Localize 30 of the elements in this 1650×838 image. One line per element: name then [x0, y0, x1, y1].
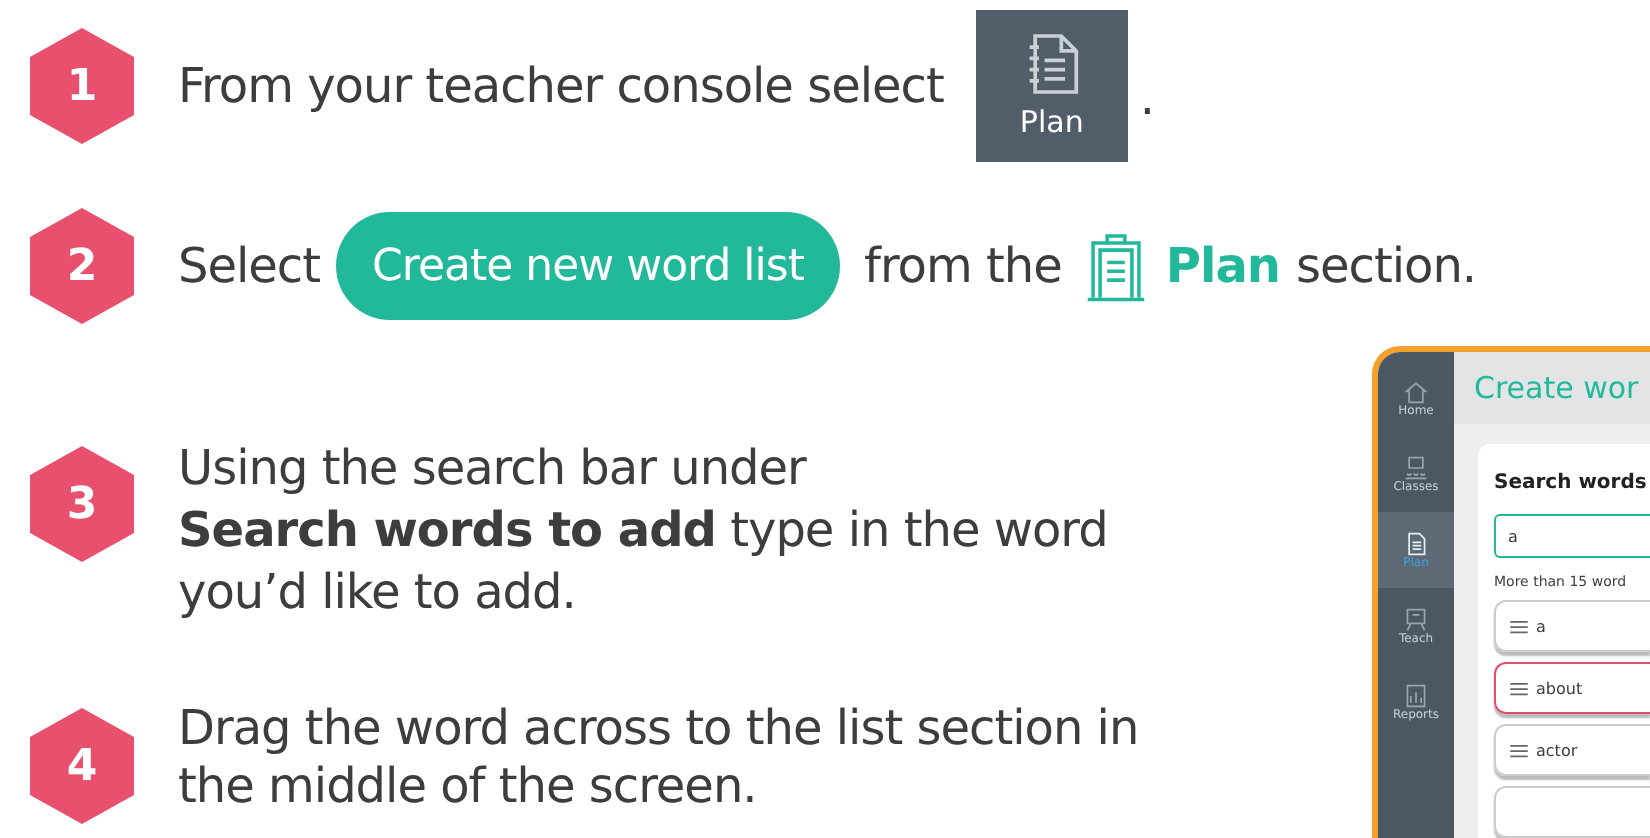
- word-card[interactable]: a: [1494, 600, 1650, 652]
- classroom-icon: [1404, 455, 1428, 479]
- step-number-badge: 2: [30, 208, 134, 324]
- clipboard-icon: [1085, 230, 1146, 302]
- plan-button[interactable]: Plan: [975, 10, 1128, 162]
- document-icon: [1404, 531, 1428, 555]
- drag-handle-icon: [1510, 743, 1528, 757]
- step-text: Using the search bar under Search words to add type in the word you’d like to add.: [178, 438, 1110, 624]
- word-card[interactable]: actor: [1494, 724, 1650, 776]
- step-number-badge: 3: [30, 446, 134, 562]
- page-title: Create wor: [1474, 370, 1639, 406]
- step-text: Drag the word across to the list section in the middle of the screen.: [178, 700, 1141, 816]
- search-field[interactable]: a: [1494, 514, 1650, 558]
- home-icon: [1404, 379, 1428, 403]
- word-card[interactable]: about: [1494, 662, 1650, 714]
- step-number-badge: 4: [30, 708, 134, 824]
- plan-section-label: Plan: [1165, 238, 1280, 294]
- step-text: From your teacher console select: [178, 58, 944, 114]
- step-text: section.: [1295, 238, 1477, 294]
- drag-handle-icon: [1510, 619, 1528, 633]
- step-text: from the: [864, 238, 1062, 294]
- chart-icon: [1404, 683, 1428, 707]
- word-card[interactable]: [1494, 786, 1650, 838]
- panel-heading: Search words: [1494, 472, 1649, 494]
- step-text: Select: [178, 238, 321, 294]
- create-word-list-button[interactable]: Create new word list: [336, 212, 840, 320]
- board-icon: [1404, 607, 1428, 631]
- period-text: .: [1139, 70, 1155, 126]
- drag-handle-icon: [1510, 681, 1528, 695]
- step-number-badge: 1: [30, 28, 134, 144]
